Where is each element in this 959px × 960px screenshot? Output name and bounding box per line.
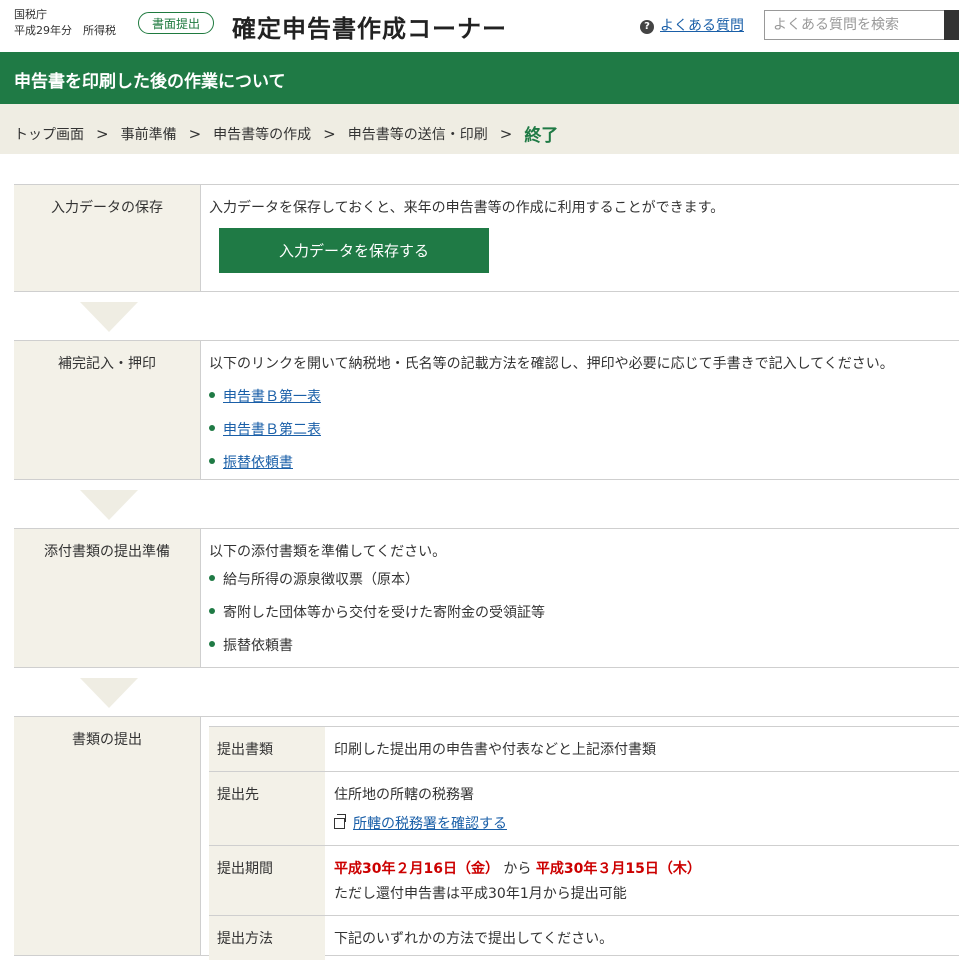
- breadcrumb-item-create: 申告書等の作成: [213, 124, 311, 144]
- row-value: 住所地の所轄の税務署: [334, 784, 959, 804]
- list-item: 振替依頼書: [209, 635, 959, 655]
- section-label: 入力データの保存: [14, 185, 201, 291]
- breadcrumb-item-top: トップ画面: [14, 124, 84, 144]
- section-text: 以下の添付書類を準備してください。: [209, 541, 959, 561]
- agency-info: 国税庁 平成29年分 所得税: [14, 7, 116, 39]
- link-form-b1[interactable]: 申告書Ｂ第一表: [223, 389, 321, 405]
- list-item: 申告書Ｂ第二表: [209, 419, 959, 439]
- faq-search-input[interactable]: [764, 10, 946, 40]
- period-mid: から: [503, 861, 531, 877]
- chevron-right-icon: >: [189, 125, 202, 143]
- faq-link[interactable]: よくある質問: [660, 18, 744, 34]
- mode-badge: 書面提出: [138, 12, 214, 34]
- tax-office-link[interactable]: 所轄の税務署を確認する: [353, 816, 507, 832]
- attachment-list: 給与所得の源泉徴収票（原本） 寄附した団体等から交付を受けた寄附金の受領証等 振…: [209, 569, 959, 655]
- section-text: 入力データを保存しておくと、来年の申告書等の作成に利用することができます。: [209, 197, 959, 217]
- table-row: 提出方法 下記のいずれかの方法で提出してください。: [209, 916, 959, 960]
- down-arrow-icon: [80, 302, 138, 332]
- faq: ? よくある質問: [640, 15, 744, 35]
- period-start: 平成30年２月16日（金）: [334, 861, 499, 877]
- breadcrumb: トップ画面 > 事前準備 > 申告書等の作成 > 申告書等の送信・印刷 > 終了: [0, 104, 959, 154]
- row-key: 提出書類: [209, 727, 325, 772]
- link-form-b2[interactable]: 申告書Ｂ第二表: [223, 422, 321, 438]
- row-value: 印刷した提出用の申告書や付表などと上記添付書類: [325, 727, 959, 772]
- submission-table: 提出書類 印刷した提出用の申告書や付表などと上記添付書類 提出先 住所地の所轄の…: [209, 726, 959, 960]
- down-arrow-icon: [80, 678, 138, 708]
- row-value: 下記のいずれかの方法で提出してください。: [325, 916, 959, 960]
- section-label: 補完記入・押印: [14, 341, 201, 479]
- save-data-button[interactable]: 入力データを保存する: [219, 228, 489, 273]
- section-label: 添付書類の提出準備: [14, 529, 201, 667]
- table-row: 提出書類 印刷した提出用の申告書や付表などと上記添付書類: [209, 727, 959, 772]
- section-attachments: 添付書類の提出準備 以下の添付書類を準備してください。 給与所得の源泉徴収票（原…: [14, 528, 959, 668]
- form-link-list: 申告書Ｂ第一表 申告書Ｂ第二表 振替依頼書: [209, 386, 959, 472]
- section-save-data: 入力データの保存 入力データを保存しておくと、来年の申告書等の作成に利用すること…: [14, 184, 959, 292]
- section-text: 以下のリンクを開いて納税地・氏名等の記載方法を確認し、押印や必要に応じて手書きで…: [209, 353, 959, 373]
- breadcrumb-item-prep: 事前準備: [121, 124, 177, 144]
- down-arrow-icon: [80, 490, 138, 520]
- section-submission: 書類の提出 提出書類 印刷した提出用の申告書や付表などと上記添付書類 提出先 住…: [14, 716, 959, 956]
- page-title: 申告書を印刷した後の作業について: [14, 67, 286, 92]
- row-key: 提出方法: [209, 916, 325, 960]
- period-end: 平成30年３月15日（木）: [536, 861, 701, 877]
- chevron-right-icon: >: [323, 125, 336, 143]
- section-label: 書類の提出: [14, 717, 201, 955]
- section-supplement: 補完記入・押印 以下のリンクを開いて納税地・氏名等の記載方法を確認し、押印や必要…: [14, 340, 959, 480]
- tax-year: 平成29年分 所得税: [14, 23, 116, 39]
- breadcrumb-item-send: 申告書等の送信・印刷: [348, 124, 488, 144]
- header: 国税庁 平成29年分 所得税 書面提出 確定申告書作成コーナー ? よくある質問: [0, 0, 959, 52]
- row-key: 提出期間: [209, 846, 325, 916]
- site-title: 確定申告書作成コーナー: [232, 9, 507, 44]
- chevron-right-icon: >: [96, 125, 109, 143]
- question-icon: ?: [640, 20, 654, 34]
- list-item: 給与所得の源泉徴収票（原本）: [209, 569, 959, 589]
- breadcrumb-current: 終了: [524, 121, 558, 146]
- chevron-right-icon: >: [500, 125, 513, 143]
- table-row: 提出先 住所地の所轄の税務署 所轄の税務署を確認する: [209, 772, 959, 846]
- table-row: 提出期間 平成30年２月16日（金） から 平成30年３月15日（木） ただし還…: [209, 846, 959, 916]
- list-item: 振替依頼書: [209, 452, 959, 472]
- period-note: ただし還付申告書は平成30年1月から提出可能: [334, 883, 959, 903]
- agency-name: 国税庁: [14, 7, 116, 23]
- row-key: 提出先: [209, 772, 325, 846]
- list-item: 申告書Ｂ第一表: [209, 386, 959, 406]
- page-title-bar: 申告書を印刷した後の作業について: [0, 52, 959, 104]
- link-transfer-request[interactable]: 振替依頼書: [223, 455, 293, 471]
- list-item: 寄附した団体等から交付を受けた寄附金の受領証等: [209, 602, 959, 622]
- external-window-icon: [334, 818, 345, 829]
- search-button[interactable]: [944, 10, 959, 40]
